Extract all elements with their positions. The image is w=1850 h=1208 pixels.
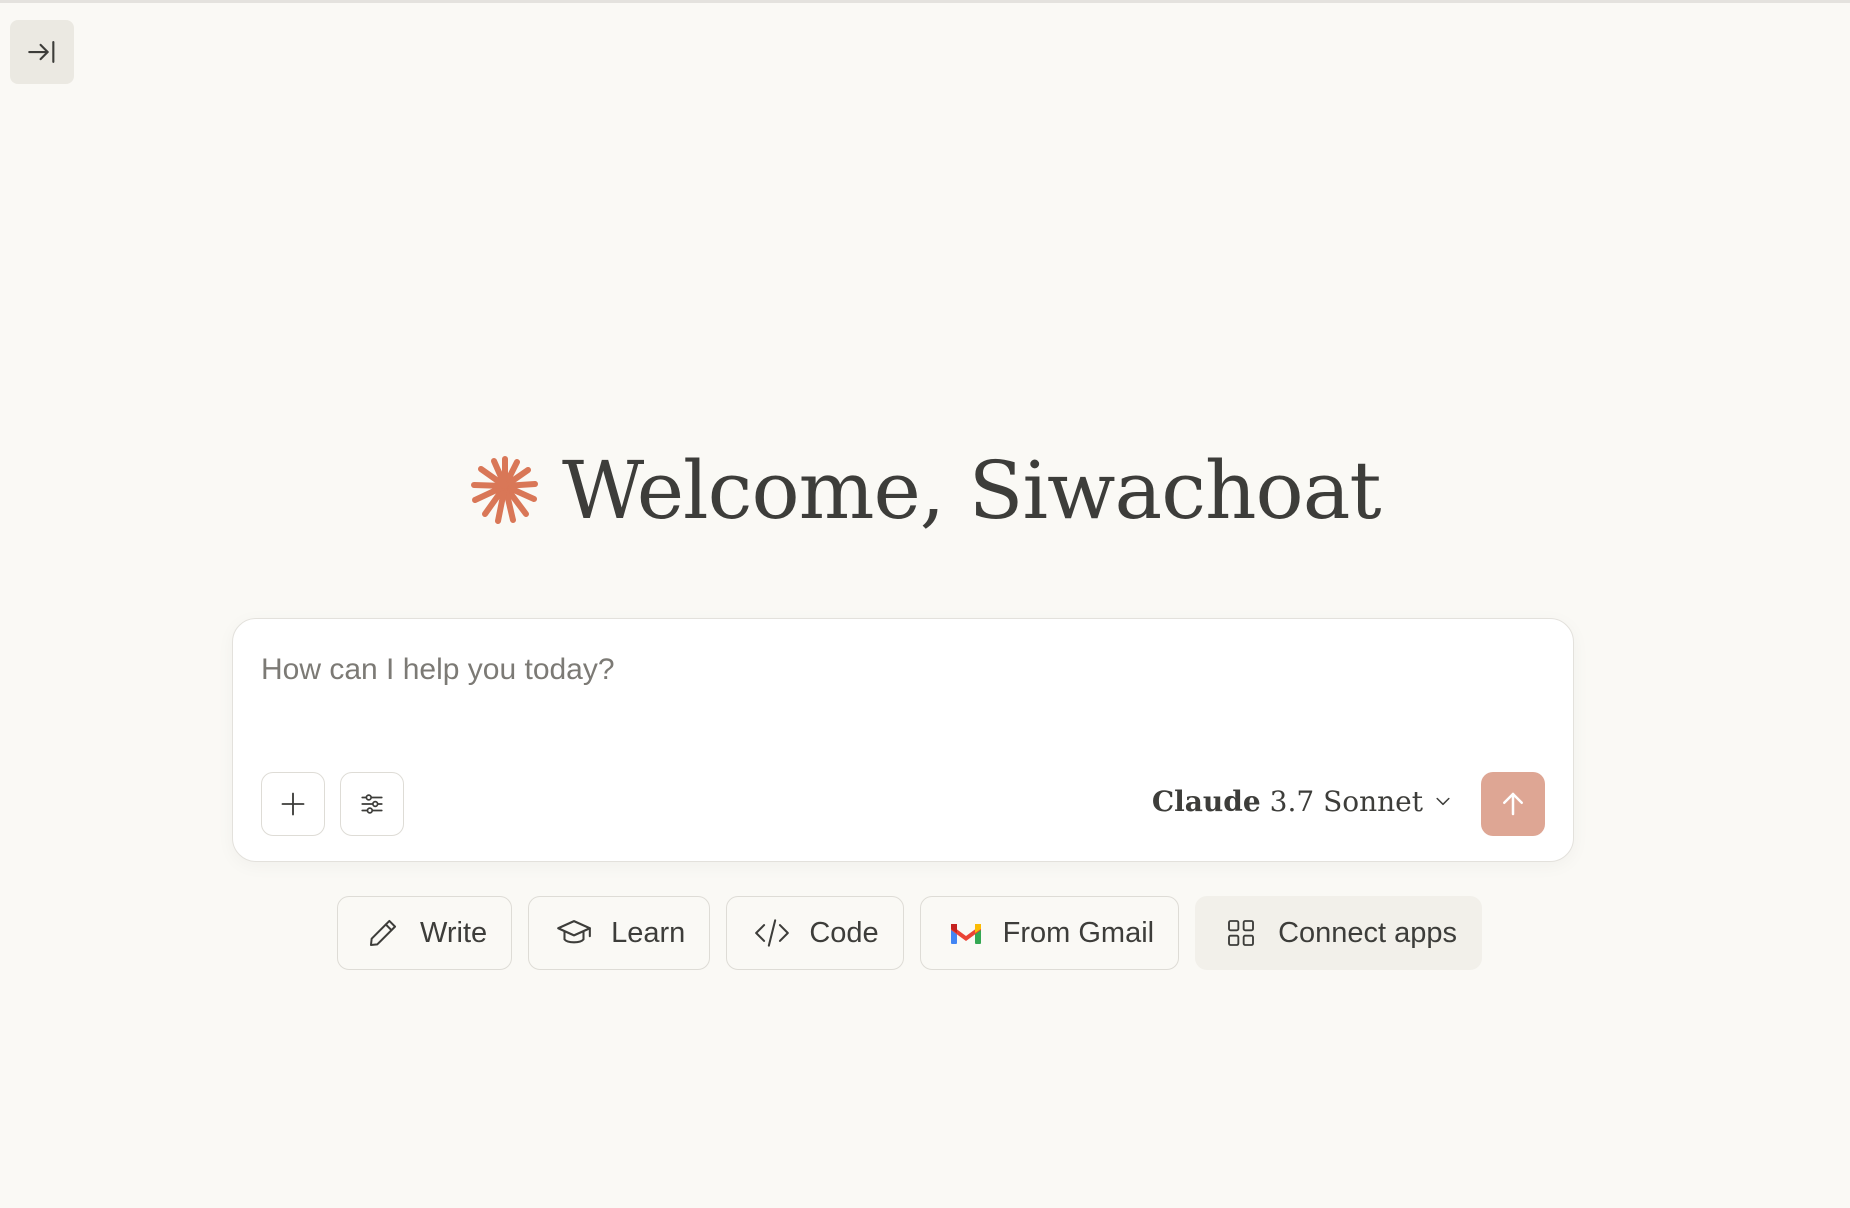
chip-label: Code: [809, 916, 879, 949]
learn-chip[interactable]: Learn: [528, 896, 711, 970]
arrow-up-icon: [1503, 792, 1523, 816]
top-divider: [0, 0, 1850, 3]
attach-button[interactable]: [261, 772, 325, 836]
write-chip[interactable]: Write: [337, 896, 513, 970]
code-chip[interactable]: Code: [726, 896, 904, 970]
expand-sidebar-icon: [28, 41, 55, 63]
chip-label: Learn: [611, 916, 686, 949]
chat-composer: Claude 3.7 Sonnet: [232, 618, 1574, 862]
chevron-down-icon: [1433, 791, 1453, 811]
welcome-title: Welcome, Siwachoat: [562, 443, 1382, 537]
model-name: Claude: [1151, 784, 1261, 818]
sliders-icon: [361, 794, 383, 814]
pencil-icon: [364, 914, 402, 952]
chip-label: Connect apps: [1278, 916, 1458, 949]
gmail-chip[interactable]: From Gmail: [919, 896, 1180, 970]
send-button[interactable]: [1481, 772, 1545, 836]
model-selector[interactable]: Claude 3.7 Sonnet: [1152, 769, 1453, 833]
code-icon: [753, 914, 791, 952]
grid-icon: [1222, 914, 1260, 952]
message-input[interactable]: [261, 653, 1541, 687]
gmail-icon: [947, 914, 985, 952]
welcome-heading: Welcome, Siwachoat: [470, 440, 1382, 540]
chip-label: Write: [420, 916, 488, 949]
model-version: 3.7 Sonnet: [1269, 784, 1423, 818]
tools-button[interactable]: [340, 772, 404, 836]
sidebar-toggle-button[interactable]: [10, 20, 74, 84]
graduation-cap-icon: [555, 914, 593, 952]
connect-apps-chip[interactable]: Connect apps: [1195, 896, 1483, 970]
suggestion-chips: Write Learn Code From Gmail Connect apps: [337, 896, 1498, 970]
plus-icon: [281, 792, 305, 816]
chip-label: From Gmail: [1002, 916, 1155, 949]
claude-spark-icon: [470, 455, 540, 525]
